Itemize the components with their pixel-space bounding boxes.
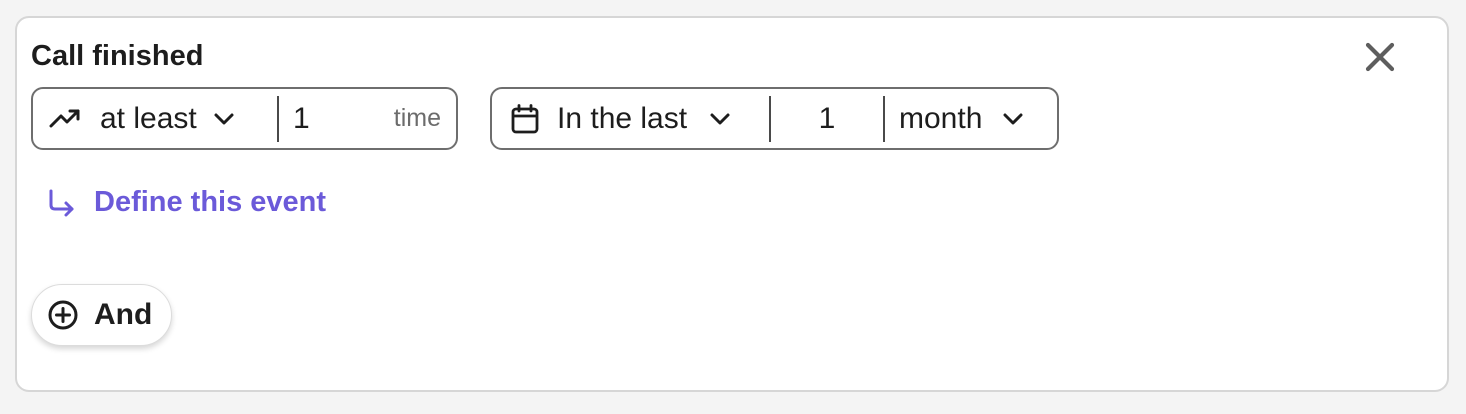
time-amount-input[interactable]: 1 [771,89,883,148]
calendar-icon [511,103,539,133]
event-title: Call finished [31,40,204,72]
frequency-operator-label: at least [100,101,197,135]
chevron-down-icon [213,112,235,126]
time-window-control: In the last 1 month [490,87,1059,150]
and-button-label: And [94,298,153,331]
define-event-label: Define this event [94,186,327,218]
plus-circle-icon [48,300,78,330]
trending-up-icon [49,109,80,127]
time-unit-dropdown[interactable]: month [885,89,1057,148]
frequency-count-value: 1 [293,101,310,135]
add-and-condition-button[interactable]: And [31,284,172,346]
frequency-control: at least 1 time [31,87,458,150]
chevron-down-icon [709,112,731,126]
chevron-down-icon [1002,112,1024,126]
frequency-operator-dropdown[interactable]: at least [33,89,277,148]
time-unit-label: month [899,101,983,135]
frequency-unit-suffix: time [393,104,441,132]
frequency-count-input[interactable]: 1 time [279,89,456,148]
close-icon [1365,42,1395,72]
define-event-link[interactable]: Define this event [46,186,326,219]
close-button[interactable] [1361,38,1399,76]
time-range-dropdown[interactable]: In the last [492,89,769,148]
time-range-label: In the last [557,101,688,135]
time-amount-value: 1 [818,101,836,135]
arrow-down-right-icon [49,189,74,216]
